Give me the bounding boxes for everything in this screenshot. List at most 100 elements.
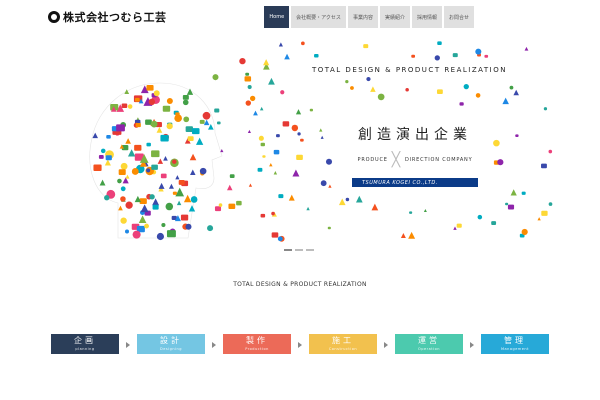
slider-dot[interactable] [295, 249, 303, 251]
step-subtitle: Construction [328, 347, 358, 351]
nav-item-business[interactable]: 事業内容 [347, 6, 378, 28]
scatter-icon [411, 54, 416, 58]
scatter-icon [284, 53, 290, 60]
scatter-icon [328, 184, 332, 188]
scatter-icon [453, 226, 457, 230]
scatter-icon [475, 48, 482, 55]
scatter-icon [502, 97, 509, 105]
head-icon [150, 120, 158, 128]
head-icon [180, 214, 189, 221]
head-icon [152, 198, 160, 206]
step-planning[interactable]: 企画 planning [51, 334, 130, 354]
produce-label: PRODUCE [357, 157, 388, 163]
scatter-icon [423, 208, 427, 212]
scatter-icon [437, 41, 442, 45]
head-icon [149, 194, 155, 200]
head-icon [203, 119, 210, 126]
nav-item-works[interactable]: 実績紹介 [379, 6, 410, 28]
scatter-icon [314, 53, 319, 58]
nav-item-home[interactable]: Home [264, 6, 290, 28]
head-icon [166, 97, 173, 104]
scatter-icon [295, 109, 302, 115]
head-icon [162, 105, 171, 112]
scatter-icon [371, 203, 379, 211]
head-icon [157, 158, 164, 164]
scatter-icon [405, 87, 409, 92]
hero-subline: PRODUCE ╳ DIRECTION COMPANY [340, 152, 490, 168]
scatter-icon [507, 204, 515, 210]
head-icon [124, 89, 130, 95]
head-icon [188, 205, 196, 212]
scatter-icon [338, 198, 346, 206]
scatter-icon [282, 121, 290, 127]
head-icon [185, 223, 192, 230]
step-construction[interactable]: 施工 Construction [309, 334, 388, 354]
step-subtitle: Management [500, 347, 530, 351]
scatter-icon [292, 169, 300, 177]
scatter-icon [278, 42, 283, 47]
head-icon [172, 191, 177, 195]
head-icon [131, 168, 139, 175]
company-name-bar: TSUMURA KOGEI CO.,LTD. [352, 178, 478, 187]
logo-mark-icon [48, 11, 60, 23]
step-production[interactable]: 製作 Production [223, 334, 302, 354]
nav-item-recruit[interactable]: 採用情報 [411, 6, 442, 28]
head-icon [120, 196, 126, 202]
scatter-icon [226, 184, 233, 191]
scatter-icon [273, 171, 278, 175]
cross-icon: ╳ [391, 152, 401, 168]
step-subtitle: Production [245, 347, 269, 351]
scatter-icon [291, 124, 299, 132]
scatter-icon [276, 134, 280, 138]
scatter-icon [541, 210, 548, 216]
scatter-icon [297, 132, 301, 136]
head-icon [190, 196, 198, 203]
hero-illustration [89, 41, 553, 242]
scatter-icon [300, 138, 304, 142]
slider-dot[interactable] [284, 249, 292, 251]
arrow-right-icon [470, 342, 474, 348]
slider-dot[interactable] [306, 249, 314, 251]
scatter-icon [510, 189, 517, 196]
head-icon [135, 122, 141, 128]
scatter-icon [537, 217, 541, 221]
head-icon [192, 128, 200, 135]
company-logo[interactable]: 株式会社つむら工芸 [48, 9, 167, 25]
scatter-icon [207, 225, 214, 232]
scatter-icon [306, 206, 310, 211]
scatter-icon [228, 203, 236, 210]
head-icon [161, 222, 166, 228]
step-management[interactable]: 管理 Management [481, 334, 549, 354]
head-icon [166, 230, 176, 238]
scatter-icon [247, 85, 252, 90]
scatter-icon [269, 162, 273, 167]
step-designing[interactable]: 設計 Designing [137, 334, 216, 354]
scatter-icon [263, 59, 270, 66]
head-icon [199, 119, 205, 124]
head-icon [156, 126, 163, 133]
head-icon [118, 169, 126, 175]
head-icon [153, 90, 160, 97]
head-icon [116, 124, 125, 132]
step-title: 施工 [332, 336, 354, 345]
arrow-right-icon [126, 342, 130, 348]
direction-label: DIRECTION COMPANY [404, 157, 473, 163]
head-icon [148, 98, 156, 106]
head-icon [127, 104, 133, 109]
hero-card: 創造演出企業 PRODUCE ╳ DIRECTION COMPANY TSUMU… [340, 116, 490, 192]
slider-dots [284, 249, 314, 251]
head-icon [163, 156, 168, 161]
scatter-icon [363, 44, 369, 49]
head-icon [134, 97, 140, 102]
step-operation[interactable]: 運営 Operation [395, 334, 474, 354]
nav-item-contact[interactable]: お問合せ [443, 6, 474, 28]
scatter-icon [245, 72, 250, 76]
arrow-right-icon [212, 342, 216, 348]
nav-item-company[interactable]: 会社概要・アクセス [291, 6, 346, 28]
head-icon [104, 195, 110, 201]
scatter-icon [259, 106, 264, 111]
head-icon [172, 159, 177, 164]
scatter-icon [327, 226, 331, 230]
head-icon [152, 204, 159, 210]
scatter-icon [236, 200, 242, 206]
